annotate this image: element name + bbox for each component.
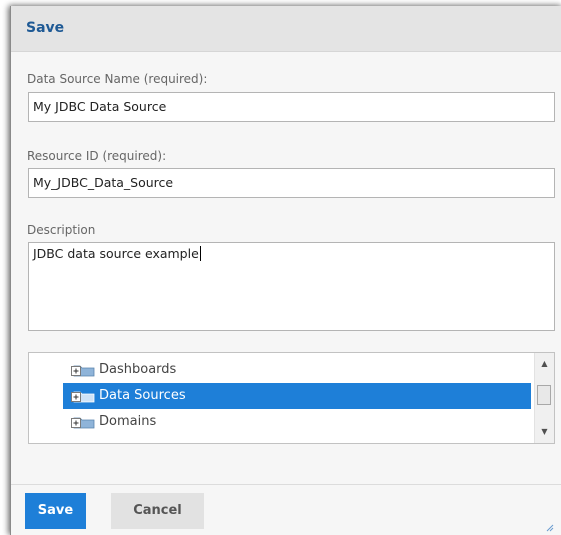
resource-id-label: Resource ID (required): — [27, 149, 167, 163]
scroll-thumb[interactable] — [537, 385, 551, 405]
tree-item-label: Domains — [99, 414, 157, 429]
tree-item-domains[interactable]: Domains — [63, 409, 531, 435]
resource-id-input[interactable]: My_JDBC_Data_Source — [28, 168, 555, 198]
tree-item-data-sources[interactable]: Data Sources — [63, 383, 531, 409]
data-source-name-label: Data Source Name (required): — [27, 72, 208, 86]
description-text: JDBC data source example — [33, 246, 199, 261]
data-source-name-input[interactable]: My JDBC Data Source — [28, 92, 555, 122]
footer-divider — [11, 484, 561, 485]
tree-item-label: Dashboards — [99, 362, 177, 377]
tree-scrollbar[interactable]: ▲ ▼ — [534, 353, 554, 443]
scroll-down-arrow-icon[interactable]: ▼ — [535, 425, 554, 439]
dialog-header[interactable]: Save — [11, 6, 561, 52]
dialog-title: Save — [26, 20, 65, 36]
tree-item-dashboards[interactable]: Dashboards — [63, 357, 531, 383]
scroll-up-arrow-icon[interactable]: ▲ — [535, 357, 554, 371]
save-dialog: Save Data Source Name (required): My JDB… — [10, 6, 561, 535]
description-label: Description — [27, 223, 96, 237]
folder-tree[interactable]: Dashboards Data Sources Domains ▲ ▼ — [28, 352, 555, 444]
resize-grip-icon[interactable] — [544, 522, 554, 532]
folder-expand-icon[interactable] — [71, 415, 95, 429]
folder-expand-icon[interactable] — [71, 363, 95, 377]
cancel-button[interactable]: Cancel — [111, 493, 204, 529]
tree-item-label: Data Sources — [99, 388, 186, 403]
text-cursor — [199, 246, 201, 261]
save-button[interactable]: Save — [25, 493, 86, 529]
description-textarea[interactable]: JDBC data source example — [28, 242, 555, 331]
folder-expand-icon[interactable] — [71, 389, 95, 403]
